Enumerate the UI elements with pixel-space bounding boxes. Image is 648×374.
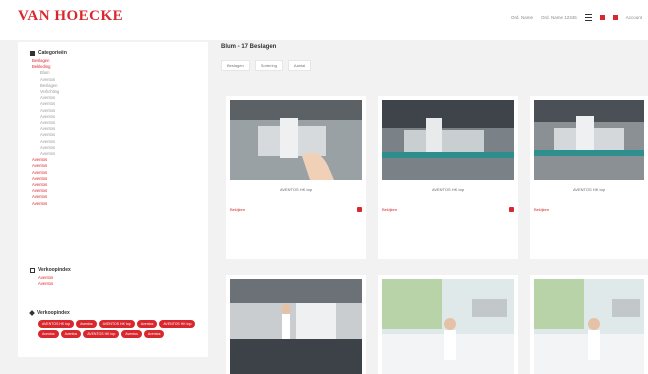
product-image[interactable] (534, 279, 644, 374)
language-icon[interactable] (612, 15, 618, 20)
tag-pill[interactable]: AVENTOS HK top (38, 320, 75, 328)
top-link-2[interactable]: Ord. Name 12345 (541, 15, 577, 20)
product-image[interactable] (382, 100, 514, 180)
section2-item[interactable]: Aventos (38, 281, 71, 287)
tag-pill[interactable]: AVENTOS HK top (98, 320, 135, 328)
tag-pill[interactable]: Aventos (76, 320, 97, 328)
tag-pill[interactable]: Aventos (60, 330, 82, 338)
cart-icon[interactable] (509, 207, 514, 212)
sort-button[interactable]: Sortering (254, 60, 283, 71)
product-link[interactable]: Bekijken (382, 207, 397, 212)
box-icon (30, 267, 35, 273)
product-name[interactable]: AVENTOS HK top (378, 187, 518, 192)
brand-logo[interactable]: VAN HOECKE (18, 8, 123, 25)
filter-button[interactable]: Beslagen (221, 60, 250, 71)
product-card[interactable] (378, 275, 518, 374)
tag-pill[interactable]: AVENTOS HK top (159, 320, 196, 328)
section3-heading: Verkoopindex (29, 310, 203, 316)
tag-pill[interactable]: Aventos (136, 320, 158, 328)
menu-icon[interactable] (584, 14, 592, 21)
page-title: Blum - 17 Beslagen (221, 44, 277, 50)
tag-pill[interactable]: Aventos (121, 330, 142, 338)
product-name[interactable]: AVENTOS HK top (530, 187, 648, 192)
cart-icon[interactable] (357, 207, 362, 212)
category-list: Beslagen Bekleding Blum Aventos Beslagen Verl… (30, 58, 67, 207)
tag-pill[interactable]: AVENTOS HK top (83, 330, 120, 338)
top-link-1[interactable]: Ord. Name (511, 15, 533, 20)
product-image[interactable] (382, 279, 514, 374)
category-icon (30, 50, 35, 56)
product-image[interactable] (534, 100, 644, 180)
count-button[interactable]: Aantal (287, 60, 312, 71)
section2-heading: Verkoopindex (30, 267, 71, 273)
product-card[interactable]: AVENTOS HK top Bekijken (378, 96, 518, 259)
tag-list: AVENTOS HK top Aventos AVENTOS HK top Avent… (38, 320, 203, 338)
categories-heading: Categorieën (30, 50, 67, 56)
product-image[interactable] (230, 279, 362, 374)
flag-icon[interactable] (599, 15, 605, 20)
site-header: VAN HOECKE Ord. Name Ord. Name 12345 Acc… (0, 0, 648, 40)
tag-icon (29, 310, 35, 316)
tag-pill[interactable]: Aventos (38, 330, 59, 338)
top-link-3[interactable]: Account (626, 15, 642, 20)
product-card[interactable]: AVENTOS HK top Bekijken (226, 96, 366, 259)
sidebar: Categorieën Beslagen Bekleding Blum Aventos… (18, 42, 208, 357)
product-image[interactable] (230, 100, 362, 180)
filter-bar: Beslagen Sortering Aantal (221, 60, 312, 71)
section2-title: Verkoopindex (38, 267, 71, 273)
top-links: Ord. Name Ord. Name 12345 Account (511, 14, 642, 21)
sidebar-category-item[interactable]: Aventos (32, 201, 67, 207)
product-link[interactable]: Bekijken (230, 207, 245, 212)
product-name[interactable]: AVENTOS HK top (226, 187, 366, 192)
section3-title: Verkoopindex (37, 310, 70, 316)
tag-pill[interactable]: Aventos (143, 330, 165, 338)
categories-title: Categorieën (38, 50, 67, 56)
product-link[interactable]: Bekijken (534, 207, 549, 212)
product-card[interactable] (530, 275, 648, 374)
product-card[interactable] (226, 275, 366, 374)
product-card[interactable]: AVENTOS HK top Bekijken (530, 96, 648, 259)
